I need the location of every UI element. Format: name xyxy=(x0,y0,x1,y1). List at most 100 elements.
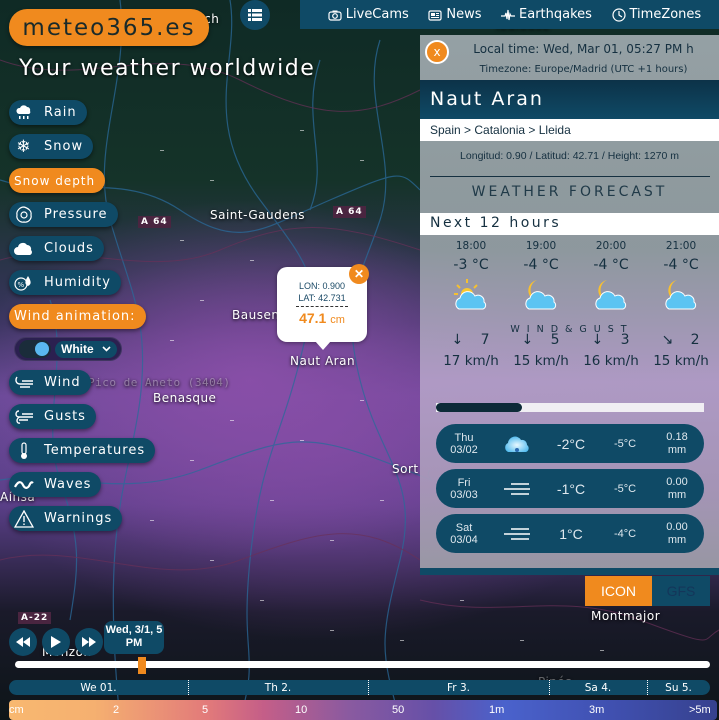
timeline-day[interactable]: Fr 3. xyxy=(368,680,549,695)
map-label-place: Saint-Gaudens xyxy=(210,208,305,222)
site-logo[interactable]: meteo365.es xyxy=(9,9,209,46)
warning-icon xyxy=(14,509,34,529)
day-date: Fri 03/03 xyxy=(436,477,492,501)
play-icon xyxy=(51,636,61,648)
clock-icon xyxy=(611,7,626,22)
hour-time: 19:00 xyxy=(525,240,557,252)
wind-speed: ↓ 7 xyxy=(436,332,506,348)
legend-label: 2 xyxy=(113,704,120,716)
wind-speed: ↓ 5 xyxy=(506,332,576,348)
wind-value: 2 xyxy=(690,332,701,348)
layer-pressure-button[interactable]: Pressure xyxy=(9,202,118,227)
wind-value: 3 xyxy=(620,332,631,348)
snowflake-icon: ❄ xyxy=(16,136,32,157)
nav-earthquakes[interactable]: Earthqakes xyxy=(501,7,592,22)
wind-arrow-icon: ↓ xyxy=(451,332,465,348)
nav-timezones-label: TimeZones xyxy=(629,7,702,22)
date: 03/02 xyxy=(450,443,478,456)
layer-label: Warnings xyxy=(44,511,113,526)
newspaper-icon xyxy=(428,9,442,21)
date: 03/04 xyxy=(450,533,478,546)
daily-row[interactable]: Sat 03/04 1°C -4°C 0.00 mm xyxy=(436,514,704,553)
hour-time: 21:00 xyxy=(665,240,697,252)
map-label-place: Montmajor xyxy=(591,609,661,623)
nav-news[interactable]: News xyxy=(428,7,481,22)
menu-button[interactable] xyxy=(240,0,270,30)
layer-label: Wind xyxy=(44,375,81,390)
wind-animation-toggle[interactable] xyxy=(19,340,51,358)
legend-label: 5 xyxy=(202,704,209,716)
legend-label: 10 xyxy=(295,704,308,716)
day-date: Sat 03/04 xyxy=(436,522,492,546)
hour-temp: -4 °C xyxy=(523,257,559,273)
nav-livecams[interactable]: LiveCams xyxy=(328,7,409,22)
day-name: Sat xyxy=(455,521,473,534)
layer-temperatures-button[interactable]: Temperatures xyxy=(9,438,156,463)
layer-wind-button[interactable]: Wind xyxy=(9,370,91,395)
daily-row[interactable]: Fri 03/03 -1°C -5°C 0.00 mm xyxy=(436,469,704,508)
legend-label: 3m xyxy=(589,704,605,716)
layer-label: Gusts xyxy=(44,409,86,424)
day-separator xyxy=(647,680,648,695)
wind-animation-label: Wind animation: xyxy=(9,304,146,329)
hourly-column: 20:00 -4 °C ↓ 3 16 km/h xyxy=(576,240,646,369)
hourly-scroll-thumb[interactable] xyxy=(436,403,522,412)
layer-waves-button[interactable]: Waves xyxy=(9,472,102,497)
precip-value: 0.18 xyxy=(666,430,688,443)
wind-arrow-icon: ↓ xyxy=(521,332,535,348)
nav-livecams-label: LiveCams xyxy=(345,7,409,22)
daily-row[interactable]: Thu 03/02 -2°C -5°C 0.18 mm xyxy=(436,424,704,463)
timeline-day[interactable]: We 01. xyxy=(9,680,188,695)
fast-forward-icon xyxy=(82,637,96,647)
wind-color-select[interactable]: White xyxy=(55,340,117,358)
popup-lat: LAT: 42.731 xyxy=(298,293,346,303)
layer-gusts-button[interactable]: Gusts xyxy=(9,404,96,429)
wind-arrow-icon: ↓ xyxy=(591,332,605,348)
list-icon xyxy=(248,9,262,21)
timeline-thumb[interactable] xyxy=(138,657,146,674)
layer-label: Waves xyxy=(44,477,92,492)
fog-icon xyxy=(492,482,542,496)
layer-warnings-button[interactable]: Warnings xyxy=(9,506,123,531)
rain-cloud-icon xyxy=(14,103,34,123)
hour-time: 20:00 xyxy=(595,240,627,252)
road-label: A 64 xyxy=(138,216,171,228)
hourly-scrollbar[interactable] xyxy=(436,403,704,412)
wind-animation-control: White xyxy=(14,337,122,361)
play-button[interactable] xyxy=(42,628,70,656)
map-label-place: Bausen xyxy=(232,308,280,322)
road-label: A 64 xyxy=(333,206,366,218)
layer-snow-depth-button[interactable]: Snow depth xyxy=(9,168,106,193)
rewind-button[interactable] xyxy=(9,628,37,656)
timeline-track[interactable] xyxy=(15,661,710,668)
nav-earthquakes-label: Earthqakes xyxy=(519,7,592,22)
location-title: Naut Aran xyxy=(420,80,719,119)
timeline-days: We 01. Th 2. Fr 3. Sa 4. Su 5. xyxy=(9,680,710,695)
layer-humidity-button[interactable]: % Humidity xyxy=(9,270,121,295)
timeline-day[interactable]: Sa 4. xyxy=(549,680,647,695)
close-icon[interactable]: ✕ xyxy=(349,264,369,284)
forecast-title: WEATHER FORECAST xyxy=(471,184,668,200)
layer-rain-button[interactable]: Rain xyxy=(9,100,87,125)
popup-value-number: 47.1 xyxy=(299,310,327,326)
camera-icon xyxy=(328,10,342,21)
nav-timezones[interactable]: TimeZones xyxy=(611,7,702,22)
layer-clouds-button[interactable]: Clouds xyxy=(9,236,104,261)
layer-label: Rain xyxy=(44,105,77,120)
map-value-popup: LON: 0.900 LAT: 42.731 47.1 cm ✕ xyxy=(277,264,369,350)
day-separator xyxy=(188,680,189,695)
layer-snow-button[interactable]: ❄ Snow xyxy=(9,134,94,159)
day-max-temp: 1°C xyxy=(559,525,583,542)
pressure-icon xyxy=(14,205,34,225)
precip-unit: mm xyxy=(667,488,687,501)
timeline-day[interactable]: Su 5. xyxy=(647,680,710,695)
timeline-day[interactable]: Th 2. xyxy=(188,680,368,695)
wind-speed: ↘ 2 xyxy=(646,332,716,348)
model-icon-button[interactable]: ICON xyxy=(585,576,652,606)
model-gfs-button[interactable]: GFS xyxy=(652,576,710,606)
thermometer-icon xyxy=(14,441,34,461)
waves-icon xyxy=(14,475,34,495)
model-switch: ICON GFS xyxy=(585,576,710,606)
fast-forward-button[interactable] xyxy=(75,628,103,656)
snow-depth-legend: cm 2 5 10 50 1m 3m >5m xyxy=(9,700,717,720)
